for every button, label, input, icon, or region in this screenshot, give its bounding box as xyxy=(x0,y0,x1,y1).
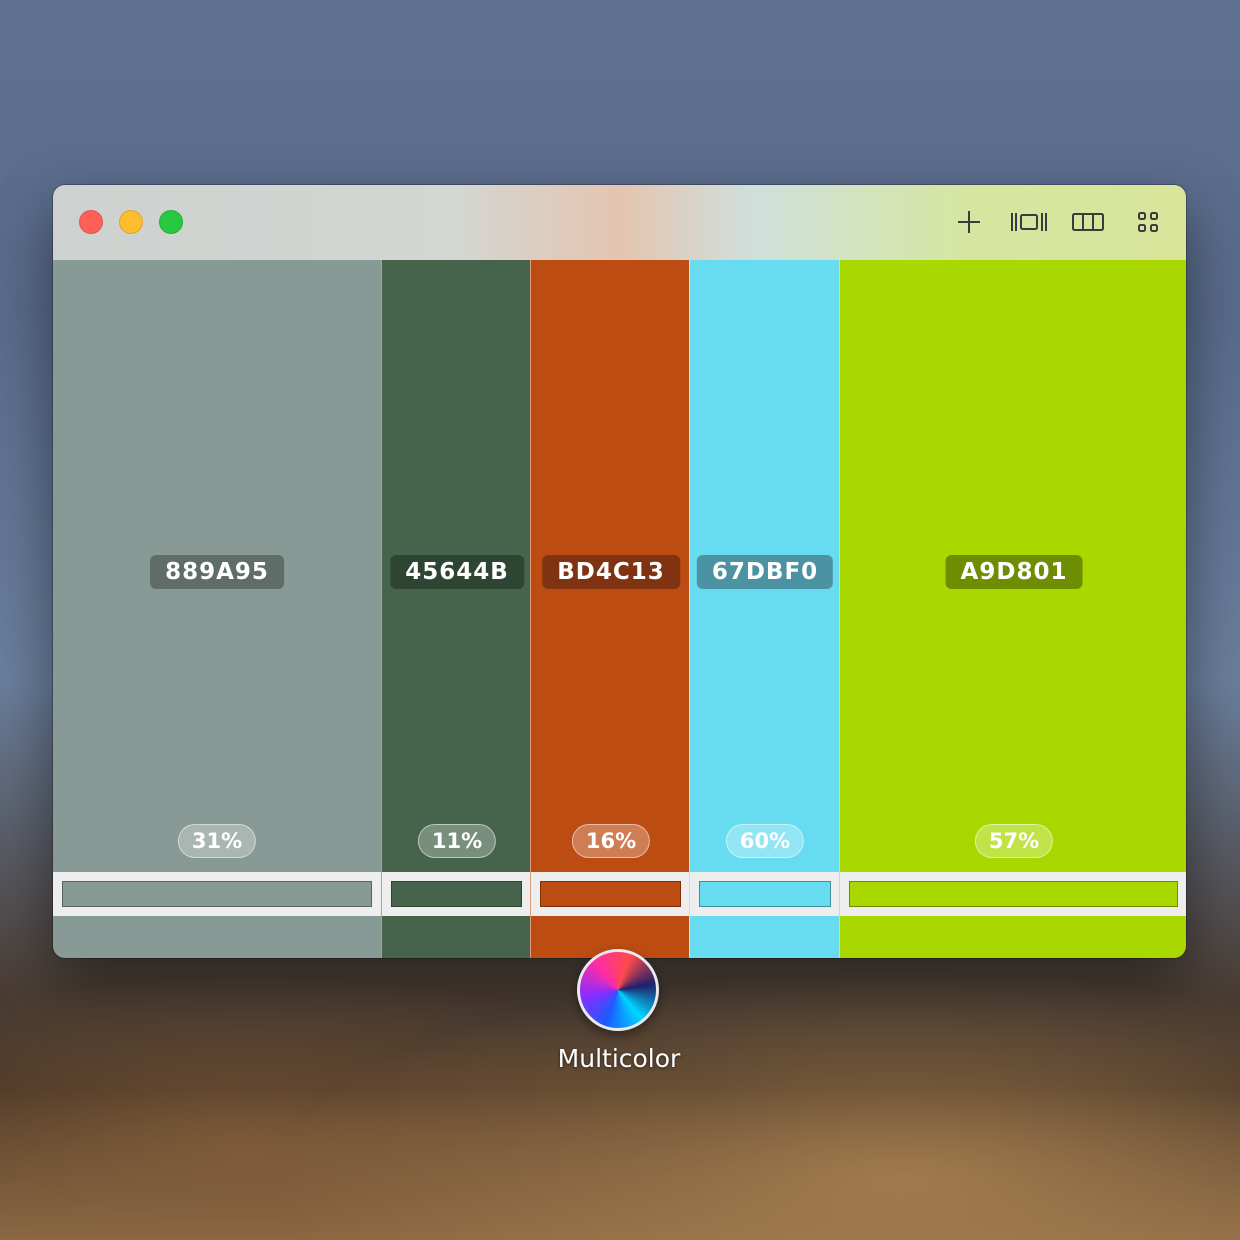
hex-label[interactable]: A9D801 xyxy=(945,555,1083,589)
swatch-column[interactable]: 67DBF0 60% xyxy=(689,260,840,958)
color-well[interactable] xyxy=(382,872,531,916)
percent-badge: 57% xyxy=(974,824,1054,858)
color-well-fill xyxy=(62,881,372,907)
color-well[interactable] xyxy=(531,872,690,916)
multicolor-icon[interactable] xyxy=(577,949,659,1031)
palette-window: 889A95 31% 45644B 11% BD4C13 16% 67DBF0 … xyxy=(53,185,1186,958)
color-well[interactable] xyxy=(840,872,1186,916)
hex-label[interactable]: 889A95 xyxy=(150,555,284,589)
columns-view-icon[interactable] xyxy=(1071,207,1105,237)
minimize-button[interactable] xyxy=(119,210,143,234)
color-well-fill xyxy=(540,881,681,907)
color-well-fill xyxy=(849,881,1178,907)
swatch-column[interactable]: A9D801 57% xyxy=(839,260,1186,958)
color-well-fill xyxy=(391,881,522,907)
percent-badge: 60% xyxy=(725,824,805,858)
color-well[interactable] xyxy=(690,872,840,916)
zoom-button[interactable] xyxy=(159,210,183,234)
percent-badge: 31% xyxy=(177,824,257,858)
plus-icon[interactable] xyxy=(954,207,984,237)
hex-label[interactable]: BD4C13 xyxy=(542,555,680,589)
title-bar xyxy=(53,185,1186,261)
color-well-fill xyxy=(699,881,831,907)
dock-item-label: Multicolor xyxy=(557,1044,681,1073)
swatch-column[interactable]: 45644B 11% xyxy=(381,260,531,958)
carousel-view-icon[interactable] xyxy=(1010,207,1048,237)
grid-view-icon[interactable] xyxy=(1133,207,1163,237)
close-button[interactable] xyxy=(79,210,103,234)
percent-badge: 11% xyxy=(417,824,497,858)
hex-label[interactable]: 67DBF0 xyxy=(696,555,834,589)
swatch-column[interactable]: BD4C13 16% xyxy=(530,260,690,958)
hex-label[interactable]: 45644B xyxy=(390,555,524,589)
percent-badge: 16% xyxy=(571,824,651,858)
swatch-column[interactable]: 889A95 31% xyxy=(53,260,381,958)
color-well[interactable] xyxy=(53,872,381,916)
swatch-columns: 889A95 31% 45644B 11% BD4C13 16% 67DBF0 … xyxy=(53,260,1186,958)
